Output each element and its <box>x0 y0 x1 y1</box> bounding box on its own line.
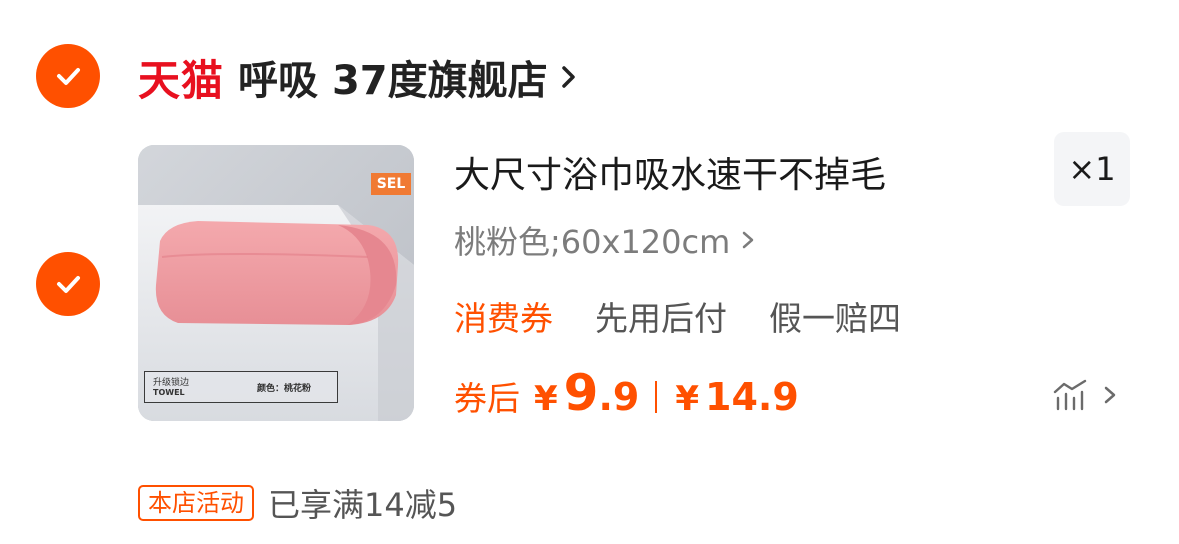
image-label-box: 升级锁边 TOWEL 颜色：桃花粉 <box>144 371 338 403</box>
promo-text: 已享满14减5 <box>268 486 458 524</box>
guarantee-tag: 假一赔四 <box>769 299 901 338</box>
after-coupon-price-dec: .9 <box>598 375 640 419</box>
store-promotion[interactable]: 本店活动 已享满14减5 <box>138 484 457 524</box>
pay-later-tag: 先用后付 <box>595 299 727 338</box>
price-trend-icon <box>1053 379 1087 411</box>
price-trend-button[interactable] <box>1052 378 1118 412</box>
promo-badge: 本店活动 <box>138 485 254 521</box>
item-select-checkbox[interactable] <box>36 252 100 316</box>
image-label-line2: TOWEL <box>153 388 185 397</box>
coupon-tag: 消费券 <box>454 299 553 338</box>
after-coupon-price-int: 9 <box>563 364 599 422</box>
shop-name[interactable]: 呼吸 37度旗舰店 <box>238 48 548 106</box>
image-label-color: 颜色：桃花粉 <box>257 384 312 394</box>
sku-text: 桃粉色;60x120cm <box>454 223 731 261</box>
original-price: 14.9 <box>705 375 799 419</box>
image-label-line1: 升级锁边 <box>153 378 190 388</box>
product-title[interactable]: 大尺寸浴巾吸水速干不掉毛 <box>454 146 886 198</box>
sel-badge: SEL <box>371 173 411 195</box>
tmall-logo: 天猫 <box>138 55 225 105</box>
quantity-button[interactable]: ×1 <box>1054 132 1130 206</box>
product-image[interactable]: SEL 升级锁边 TOWEL 颜色：桃花粉 <box>138 145 414 421</box>
price-divider <box>655 381 658 413</box>
check-icon <box>57 68 80 85</box>
shop-select-checkbox[interactable] <box>36 44 100 108</box>
after-coupon-label: 券后 <box>454 379 520 418</box>
check-icon <box>57 276 80 293</box>
chevron-right-icon[interactable] <box>558 62 580 92</box>
original-currency-symbol: ¥ <box>675 379 700 419</box>
chevron-right-icon <box>743 231 754 249</box>
shop-header[interactable]: 天猫 呼吸 37度旗舰店 <box>138 46 580 108</box>
currency-symbol: ¥ <box>534 379 558 419</box>
service-tags: 消费券 先用后付 假一赔四 <box>454 292 943 340</box>
price-row: 券后 ¥ 9 .9 ¥ 14.9 <box>454 364 799 430</box>
sku-selector[interactable]: 桃粉色;60x120cm <box>454 218 756 262</box>
chevron-right-icon <box>1104 386 1116 404</box>
